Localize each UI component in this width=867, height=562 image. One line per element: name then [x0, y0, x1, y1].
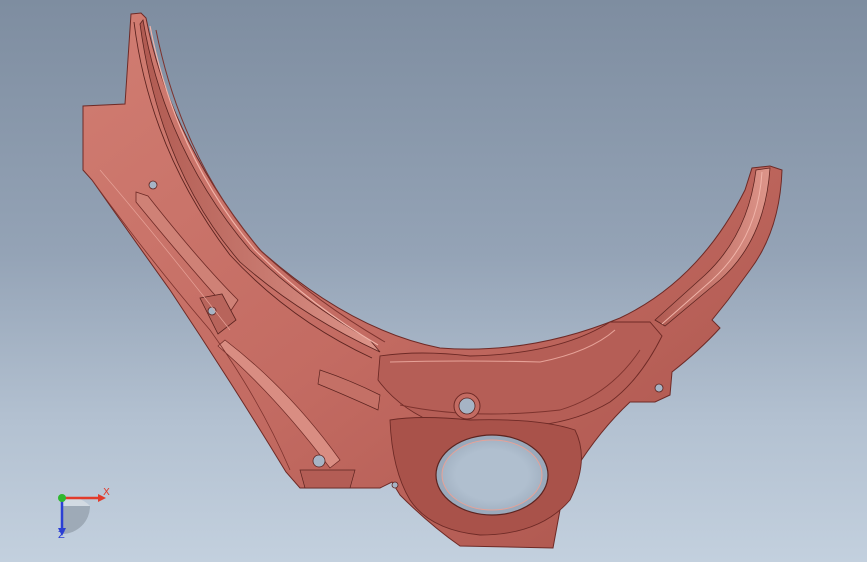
coordinate-triad: X Z	[40, 478, 120, 548]
z-axis-label: Z	[58, 530, 65, 541]
mount-hole-lower	[391, 481, 399, 489]
y-axis-dot	[58, 494, 66, 502]
mount-hole-lower-left	[312, 454, 326, 468]
sheet-metal-part[interactable]	[0, 0, 867, 562]
mount-hole-upper-left	[148, 180, 158, 190]
graphics-viewport[interactable]: X Z	[0, 0, 867, 562]
x-axis-label: X	[103, 487, 110, 498]
mount-hole-right	[654, 383, 664, 393]
